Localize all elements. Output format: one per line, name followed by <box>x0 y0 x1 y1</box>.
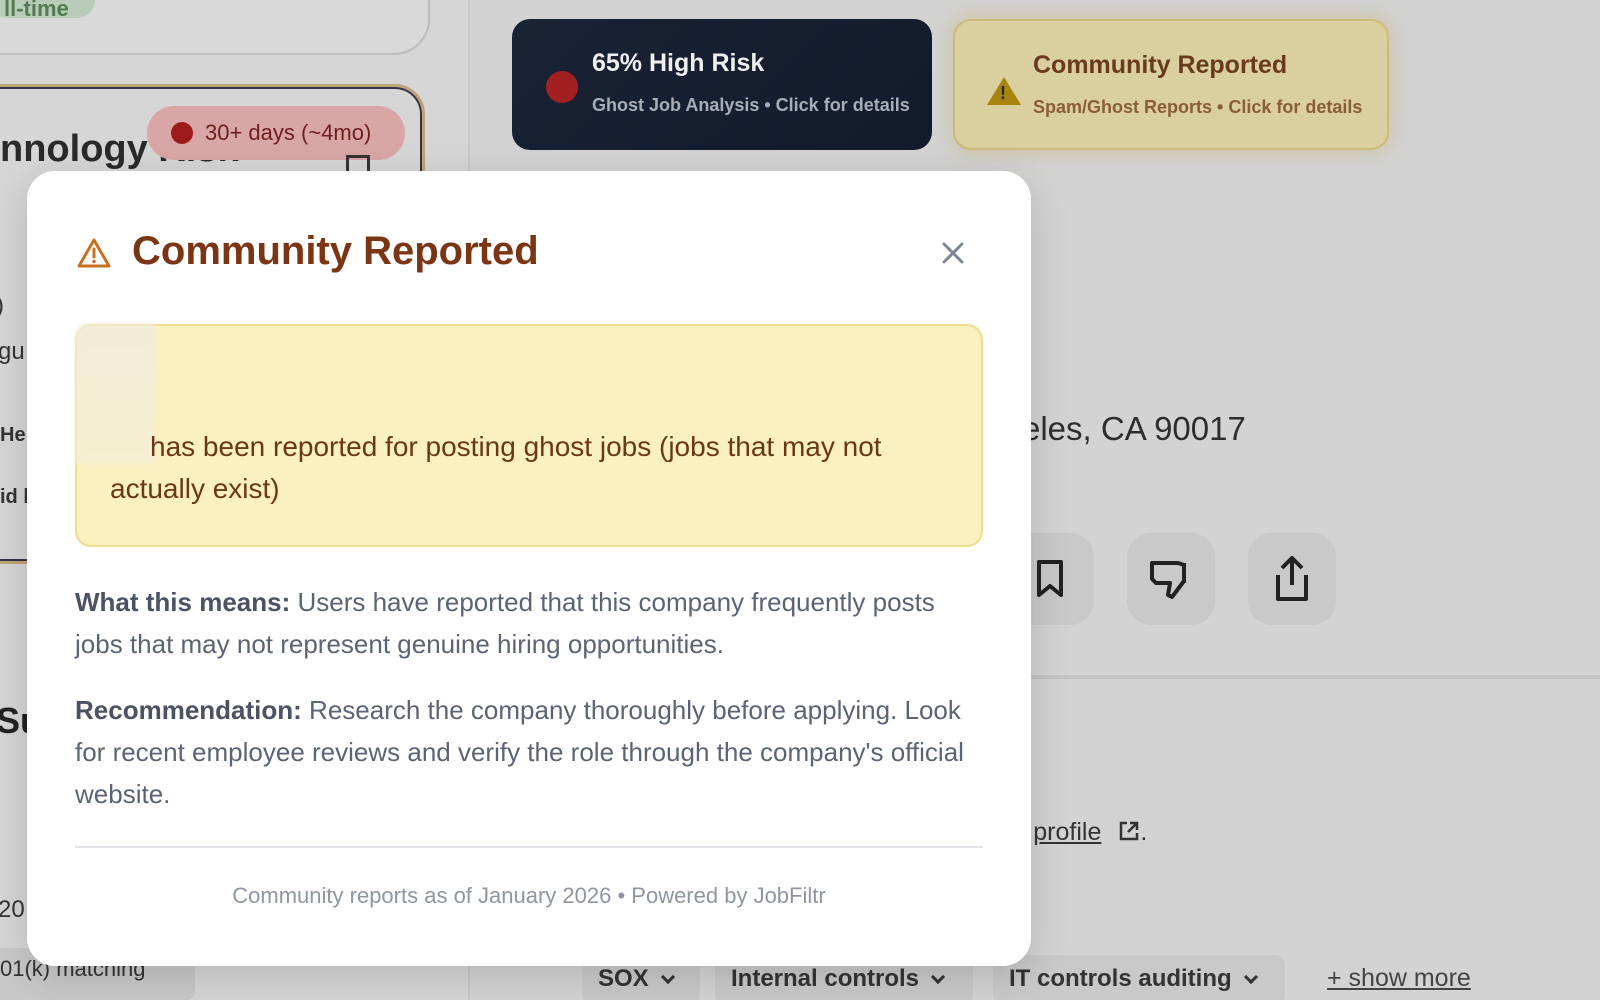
fragment-text: ) <box>0 292 4 320</box>
job-address: eles, CA 90017 <box>1022 410 1246 447</box>
fragment-text: He <box>0 424 26 446</box>
profile-link[interactable]: profile <box>1033 818 1101 846</box>
warning-mark: ! <box>1000 83 1006 103</box>
bookmark-icon <box>1037 560 1063 597</box>
report-title: Community Reported <box>1033 51 1288 79</box>
skill-label: SOX <box>598 965 649 992</box>
close-icon[interactable] <box>935 235 971 271</box>
modal-divider <box>75 846 983 848</box>
external-link-icon <box>1120 821 1139 841</box>
report-subtitle: Spam/Ghost Reports • Click for details <box>1033 97 1363 117</box>
alert-text: has been reported for posting ghost jobs… <box>110 431 882 504</box>
skill-chip[interactable]: IT controls auditing <box>993 955 1285 1000</box>
days-badge: 30+ days (~4mo) <box>147 106 405 160</box>
time-tag-label: ll-time <box>4 0 69 21</box>
divider <box>1020 675 1600 679</box>
recommendation-paragraph: Recommendation: Research the company tho… <box>75 689 980 815</box>
warning-icon <box>77 238 111 268</box>
time-tag: ll-time <box>0 0 95 21</box>
fragment-text: gu <box>0 338 25 365</box>
share-icon <box>1276 556 1308 601</box>
fragment-text: id l <box>0 486 29 508</box>
ghost-job-analysis-button[interactable]: 65% High Risk Ghost Job Analysis • Click… <box>512 19 932 150</box>
modal-footer: Community reports as of January 2026 • P… <box>232 883 826 908</box>
dislike-button[interactable] <box>1127 533 1215 625</box>
days-badge-label: 30+ days (~4mo) <box>205 120 372 145</box>
community-report-modal: Community Reported has been reported for… <box>27 171 1031 966</box>
risk-subtitle: Ghost Job Analysis • Click for details <box>592 95 910 115</box>
skill-label: IT controls auditing <box>1009 965 1232 992</box>
modal-title: Community Reported <box>132 229 539 273</box>
red-dot-icon <box>171 122 193 144</box>
skill-label: Internal controls <box>731 965 920 992</box>
show-more-link[interactable]: + show more <box>1327 964 1471 993</box>
meaning-paragraph: What this means: Users have reported tha… <box>75 581 980 665</box>
chevron-down-icon <box>1243 969 1258 985</box>
chevron-down-icon <box>930 969 946 985</box>
chevron-down-icon <box>660 969 675 985</box>
meaning-label: What this means: <box>75 587 291 617</box>
profile-line: r profile . <box>1018 818 1147 847</box>
community-reported-button[interactable]: ! Community Reported Spam/Ghost Reports … <box>953 19 1389 150</box>
share-button[interactable] <box>1248 533 1336 625</box>
fragment-text: 20 <box>0 896 25 923</box>
thumbs-down-icon <box>1150 561 1186 599</box>
recommendation-label: Recommendation: <box>75 695 302 725</box>
risk-title: 65% High Risk <box>592 49 765 77</box>
risk-dot-icon <box>546 71 578 103</box>
alert-box: has been reported for posting ghost jobs… <box>75 324 983 547</box>
profile-suffix: . <box>1140 818 1148 846</box>
